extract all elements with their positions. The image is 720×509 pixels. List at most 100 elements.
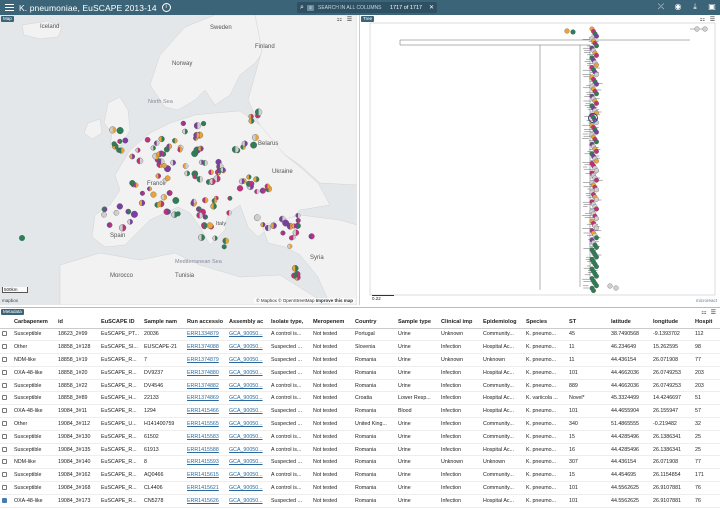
column-header[interactable]: Species [524,316,567,329]
column-header[interactable]: EuSCAPE ID [99,316,142,329]
map-panel[interactable]: Map ⚏ ☰ Iceland Sweden Finland Norway No… [0,15,357,305]
tree-leaf[interactable] [594,206,599,212]
row-checkbox-cell[interactable] [0,353,12,367]
table-cell[interactable]: ERR1415593 [185,455,227,470]
tree-panel[interactable]: Tree ⚏ ☰ 0.22 microreact [359,15,720,305]
tree-leaf[interactable] [594,33,599,39]
table-row[interactable]: Susceptible 19084_3#162 EuSCAPE_R... AQ0466… [0,468,720,483]
table-cell[interactable]: GCA_90050... [227,328,269,342]
table-cell[interactable]: ERR1374088 [185,340,227,355]
table-cell[interactable]: ERR1415621 [185,481,227,495]
table-cell[interactable]: ERR1415583 [185,430,227,444]
table-cell[interactable]: ERR1374882 [185,379,227,393]
search-icon[interactable]: ⌕ [297,4,307,12]
table-cell[interactable]: ERR1415615 [185,468,227,483]
row-checkbox[interactable] [2,485,7,491]
row-checkbox[interactable] [2,331,7,337]
table-cell[interactable]: ERR1415565 [185,417,227,431]
row-checkbox[interactable] [2,459,7,465]
column-header[interactable]: Assembly ac [227,316,269,329]
tree-leaf[interactable] [570,29,576,35]
search-bar[interactable]: ⌕ ≡ SEARCH IN ALL COLUMNS 1717 of 1717 ✕ [297,2,437,13]
row-checkbox[interactable] [2,369,7,375]
table-cell[interactable]: GCA_90050... [227,391,269,406]
row-checkbox[interactable] [2,433,7,439]
column-header[interactable]: id [56,316,99,329]
tree-leaf[interactable] [591,288,596,294]
row-checkbox-cell[interactable] [0,379,12,393]
attrib-mapbox[interactable]: © Mapbox [256,298,277,303]
row-checkbox[interactable] [2,357,7,363]
table-cell[interactable]: GCA_90050... [227,468,269,483]
column-header[interactable]: Sample type [396,316,439,329]
column-header[interactable]: Sample nam [142,316,185,329]
column-header[interactable]: Isolate type, [269,316,311,329]
table-cell[interactable]: GCA_90050... [227,430,269,444]
panel-controls-icon[interactable]: ⚏ [699,17,706,23]
menu-icon[interactable] [0,0,18,15]
tree-leaf[interactable] [694,26,700,32]
tree-leaf[interactable] [564,28,570,34]
attrib-improve[interactable]: Improve this map [316,298,353,303]
search-input[interactable]: SEARCH IN ALL COLUMNS [318,5,381,11]
row-checkbox[interactable] [2,408,7,414]
column-header[interactable]: Run accessio [185,316,227,329]
column-header[interactable]: Clinical imp [439,316,481,329]
panel-controls-icon[interactable]: ⚏ [336,17,343,23]
row-checkbox-cell[interactable] [0,494,12,508]
table-row[interactable]: Other 18858_1#128 EuSCAPE_SI... EUSCAPE-21 E… [0,340,720,355]
table-row[interactable]: Susceptible 18858_1#22 EuSCAPE_R... DV4546 E… [0,379,720,393]
tree-leaf[interactable] [594,129,599,135]
table-cell[interactable]: ERR1415466 [185,404,227,419]
search-filter-icon[interactable]: ≡ [307,4,314,11]
tree-leaf[interactable] [594,283,599,289]
table-row[interactable]: Susceptible 19084_3#130 EuSCAPE_R... 61502 E… [0,430,720,444]
column-header[interactable]: Carbapenem [12,316,56,329]
row-checkbox[interactable] [2,344,7,350]
panel-controls-icon[interactable]: ⚏ [701,309,706,316]
tree-leaf[interactable] [594,225,599,231]
table-cell[interactable]: ERR1334879 [185,328,227,342]
eye-icon[interactable]: ◉ [673,2,683,12]
tree-leaf[interactable] [594,273,599,279]
select-column-header[interactable] [0,316,12,329]
panel-menu-icon[interactable]: ☰ [711,309,716,316]
table-cell[interactable]: ERR1415626 [185,494,227,508]
table-row[interactable]: NDM-like 19084_3#140 EuSCAPE_R... 8 ERR14155… [0,455,720,470]
row-checkbox-cell[interactable] [0,417,12,431]
table-row[interactable]: OXA-48-like 19084_3#11 EuSCAPE_R... 1294 ERR… [0,404,720,419]
lasso-icon[interactable]: ⤫ [656,2,666,12]
table-cell[interactable]: GCA_90050... [227,455,269,470]
table-row[interactable]: Susceptible 19084_3#135 EuSCAPE_R... 61913 E… [0,443,720,457]
row-checkbox-cell[interactable] [0,340,12,355]
tree-leaf[interactable] [594,52,599,58]
table-cell[interactable]: GCA_90050... [227,417,269,431]
tree-leaf[interactable] [594,244,599,250]
map-canvas[interactable]: Iceland Sweden Finland Norway North Sea … [0,15,357,305]
tree-leaf[interactable] [594,91,599,97]
table-cell[interactable]: GCA_90050... [227,353,269,367]
row-checkbox-cell[interactable] [0,430,12,444]
table-cell[interactable]: GCA_90050... [227,379,269,393]
mapbox-logo[interactable]: mapbox [2,298,18,303]
tree-leaf[interactable] [594,100,599,106]
table-row[interactable]: Other 19084_3#112 EuSCAPE_U... H141400759 ER… [0,417,720,431]
tree-leaf[interactable] [702,26,708,32]
column-header[interactable]: Hospit [693,316,720,329]
tree-leaf[interactable] [594,196,599,202]
row-checkbox-cell[interactable] [0,468,12,483]
row-checkbox-cell[interactable] [0,481,12,495]
column-header[interactable]: Epidemiolog [481,316,524,329]
table-cell[interactable]: ERR1374880 [185,366,227,380]
table-row[interactable]: OXA-48-like 18858_1#20 EuSCAPE_R... DV9237 E… [0,366,720,380]
tree-leaf[interactable] [594,139,599,145]
tree-leaf[interactable] [594,62,599,68]
table-cell[interactable]: ERR1374879 [185,353,227,367]
table-row[interactable]: Susceptible 18623_2#99 EuSCAPE_PT... 20036 E… [0,328,720,342]
tree-leaf[interactable] [594,187,599,193]
table-cell[interactable]: ERR1374869 [185,391,227,406]
download-icon[interactable]: ⤓ [690,2,700,12]
table-cell[interactable]: GCA_90050... [227,404,269,419]
tree-leaf[interactable] [594,81,599,87]
table-cell[interactable]: GCA_90050... [227,366,269,380]
